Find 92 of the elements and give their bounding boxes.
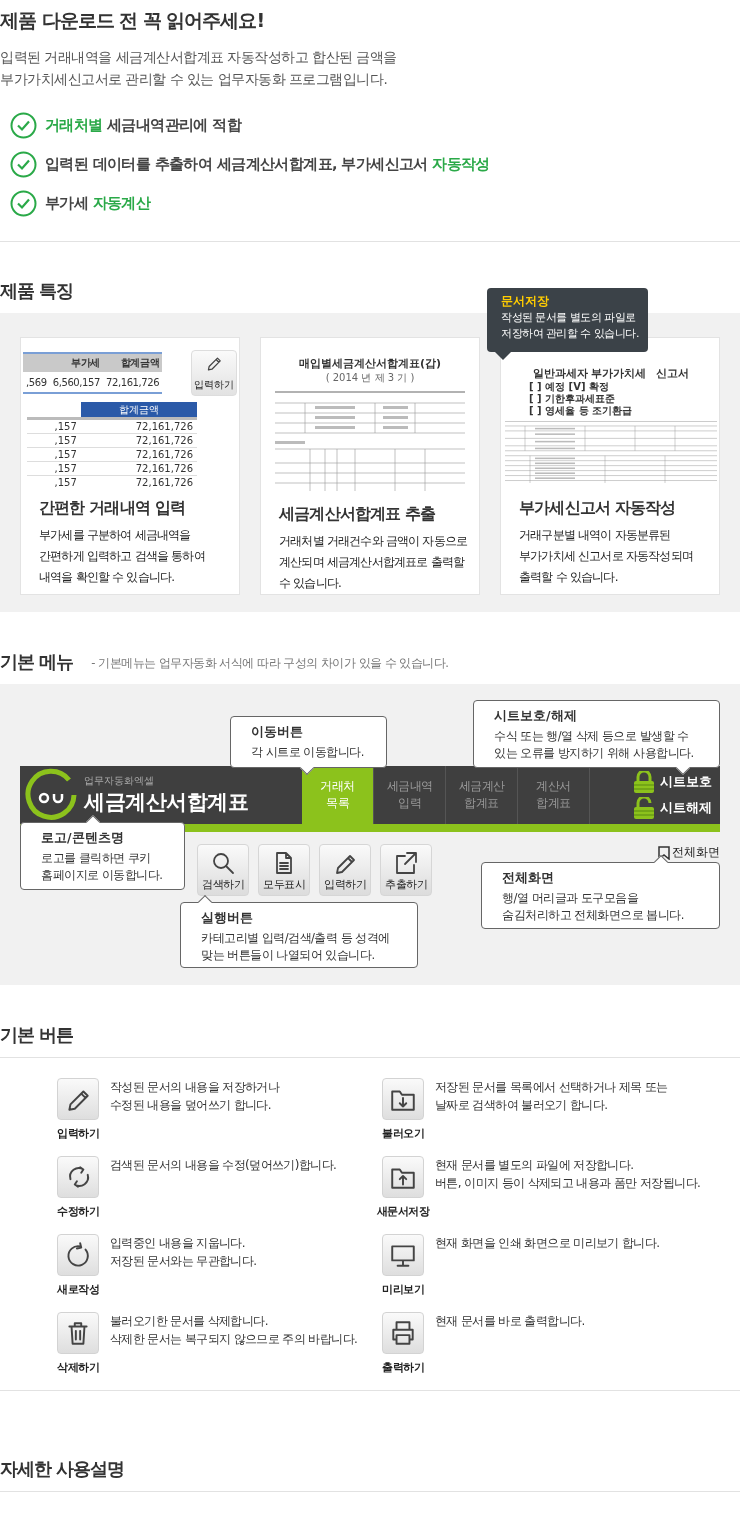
button-label: 입력하기 <box>57 1126 99 1141</box>
search-icon <box>210 850 236 876</box>
button-label: 새문서저장 <box>376 1204 430 1219</box>
unlock-icon <box>632 797 656 819</box>
button-description: 검색된 문서의 내용을 수정(덮어쓰기)합니다. <box>110 1157 337 1174</box>
refresh-button[interactable] <box>57 1156 99 1198</box>
action-button[interactable]: 입력하기 <box>319 844 371 896</box>
button-description: 불러오기한 문서를 삭제합니다. 삭제한 문서는 복구되지 않으므로 주의 바랍니다. <box>110 1313 358 1348</box>
export-icon <box>393 850 419 876</box>
table-cell: ,157 <box>27 461 81 476</box>
button-label: 새로작성 <box>57 1282 99 1297</box>
button-label: 불러오기 <box>382 1126 424 1141</box>
callout: 이동버튼 각 시트로 이동합니다. <box>230 716 387 768</box>
callout: 시트보호/해제 수식 또는 행/열 삭제 등으로 발생할 수 있는 오류를 방지하기 위해 사용합니다. <box>473 700 720 768</box>
table-cell: ,157 <box>27 447 81 462</box>
button-label: 미리보기 <box>382 1282 424 1297</box>
sheet-protect-button[interactable]: 시트해제 <box>632 797 712 819</box>
tooltip-pointer <box>495 352 511 360</box>
button-label: 삭제하기 <box>57 1360 99 1375</box>
feature-check-text: 입력된 데이터를 추출하여 세금계산서합계표, 부가세신고서 자동작성 <box>45 155 490 174</box>
printer-button[interactable] <box>382 1312 424 1354</box>
intro-description: 입력된 거래내역을 세금계산서합계표 자동작성하고 합산된 금액을 부가가치세신고서로 관리할 수 있는 업무자동화 프로그램입니다. <box>0 48 397 89</box>
action-button[interactable]: 검색하기 <box>197 844 249 896</box>
form-title: 일반과세자 부가가치세 <box>532 366 647 381</box>
table-cell: 6,560,157 <box>49 372 103 393</box>
form-option: [ ] 기한후과세표준 <box>529 393 633 405</box>
callout: 실행버튼 카테고리별 입력/검색/출력 등 성격에 맞는 버튼들이 나열되어 있습니다. <box>180 902 418 968</box>
callout: 로고/콘텐츠명 로고를 클릭하면 쿠키 홈페이지로 이동합니다. <box>20 822 185 890</box>
app-subtitle: 업무자동화엑셀 <box>84 774 155 788</box>
logo-icon[interactable] <box>24 768 78 822</box>
pencil-icon <box>205 354 223 372</box>
page-title: 제품 다운로드 전 꼭 읽어주세요! <box>0 8 265 33</box>
folder-down-button[interactable] <box>382 1078 424 1120</box>
table-cell: 72,161,726 <box>80 447 197 462</box>
card-description: 거래처별 거래건수와 금액이 자동으로 계산되며 세금계산서합계표로 출력할 수 있습니다. <box>278 533 469 592</box>
card-title: 간편한 거래내역 입력 <box>38 498 186 519</box>
document-title: 매입별세금계산서합계표(갑) <box>298 356 442 371</box>
section-title: 기본 버튼 <box>0 1023 74 1047</box>
section-note: - 기본메뉴는 업무자동화 서식에 따라 구성의 차이가 있을 수 있습니다. <box>91 656 449 672</box>
table-cell: ,569 <box>23 372 50 393</box>
reload-icon <box>64 1241 92 1269</box>
table-cell: 72,161,726 <box>80 475 197 488</box>
card-title: 세금계산서합계표 추출 <box>278 504 437 525</box>
form-option: [ ] 예정 [V] 확정 <box>529 381 633 393</box>
printer-icon <box>389 1319 417 1347</box>
column-header: 합계금액 <box>102 353 163 372</box>
document-subtitle: ( 2014 년 제 3 기 ) <box>325 371 415 385</box>
reload-button[interactable] <box>57 1234 99 1276</box>
check-circle-icon <box>10 112 37 139</box>
table-cell: ,157 <box>27 475 81 488</box>
app-name[interactable]: 세금계산서합계표 <box>84 788 248 816</box>
table-cell: ,157 <box>27 418 81 434</box>
sheet-protect-button[interactable]: 시트보호 <box>632 771 712 793</box>
table-cell: 72,161,726 <box>80 461 197 476</box>
card-description: 부가세를 구분하여 세금내역을 간편하게 입력하고 검색을 통하여 내역을 확인할 수 있습니다. <box>38 527 206 586</box>
monitor-button[interactable] <box>382 1234 424 1276</box>
button-description: 저장된 문서를 목록에서 선택하거나 제목 또는 날짜로 검색하여 불러오기 합니다. <box>435 1079 668 1114</box>
card-description: 거래구분별 내역이 자동분류된 부가가치세 신고서로 자동작성되며 출력할 수 있습니다. <box>518 527 695 586</box>
table-cell: 72,161,726 <box>80 433 197 448</box>
table-cell: 72,161,726 <box>102 372 163 393</box>
callout: 전체화면 행/열 머리글과 도구모음을 숨김처리하고 전체화면으로 봅니다. <box>481 862 720 929</box>
button-description: 작성된 문서의 내용을 저장하거나 수정된 내용을 덮어쓰기 합니다. <box>110 1079 280 1114</box>
button-description: 현재 문서를 별도의 파일에 저장합니다. 버튼, 이미지 등이 삭제되고 내용과 폼만 저장됩니다. <box>435 1157 701 1192</box>
section-title: 자세한 사용설명 <box>0 1457 125 1481</box>
column-header: 부가세 <box>49 353 103 372</box>
lock-icon <box>632 771 656 793</box>
column-header: 합계금액 <box>80 402 197 419</box>
trash-button[interactable] <box>57 1312 99 1354</box>
button-label: 수정하기 <box>57 1204 99 1219</box>
feature-check-text: 거래처별 세금내역관리에 적합 <box>45 116 242 135</box>
section-title: 기본 메뉴 <box>0 650 74 674</box>
table-cell: 72,161,726 <box>80 418 197 434</box>
bookmark-icon <box>658 845 670 860</box>
folder-up-button[interactable] <box>382 1156 424 1198</box>
action-button[interactable]: 추출하기 <box>380 844 432 896</box>
button-description: 입력중인 내용을 지웁니다. 저장된 문서와는 무관합니다. <box>110 1235 257 1270</box>
pencil-button[interactable] <box>57 1078 99 1120</box>
form-title-suffix: 신고서 <box>656 366 690 381</box>
card-title: 부가세신고서 자동작성 <box>518 498 677 519</box>
button-label: 출력하기 <box>382 1360 424 1375</box>
button-description: 현재 화면을 인쇄 화면으로 미리보기 합니다. <box>435 1235 660 1252</box>
action-button[interactable]: 모두표시 <box>258 844 310 896</box>
section-title: 제품 특징 <box>0 279 74 303</box>
check-circle-icon <box>10 151 37 178</box>
input-button[interactable]: 입력하기 <box>191 350 237 396</box>
button-description: 현재 문서를 바로 출력합니다. <box>435 1313 585 1330</box>
feature-check-text: 부가세 자동계산 <box>45 194 151 213</box>
check-circle-icon <box>10 190 37 217</box>
form-option: [ ] 영세율 등 조기환급 <box>529 405 633 417</box>
tooltip: 문서저장 작성된 문서를 별도의 파일로 저장하여 관리할 수 있습니다. <box>487 288 648 352</box>
fullscreen-button[interactable]: 전체화면 <box>658 844 720 861</box>
table-cell: ,157 <box>27 433 81 448</box>
